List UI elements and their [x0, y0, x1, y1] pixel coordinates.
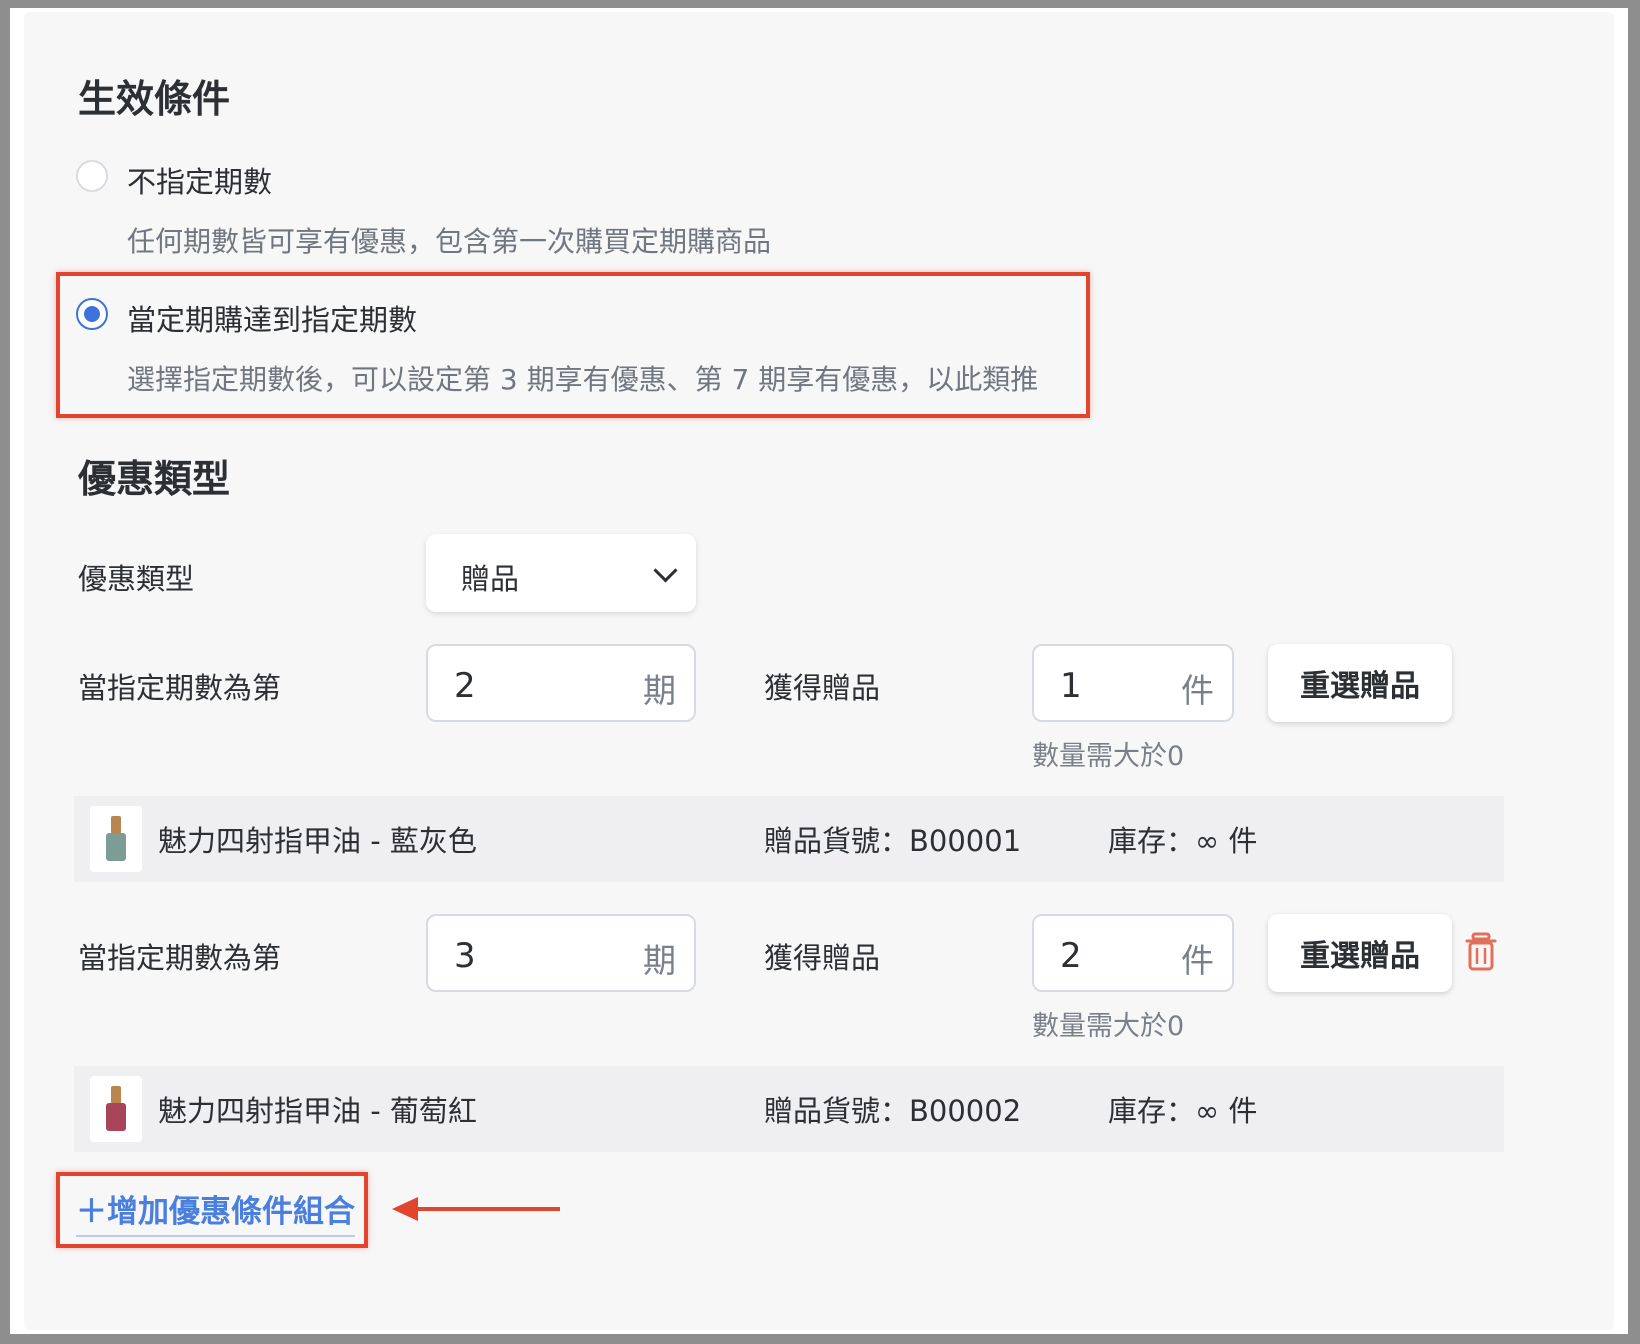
- effective-conditions-title: 生效條件: [78, 77, 231, 121]
- gift-product-name: 魅力四射指甲油 - 葡萄紅: [158, 1094, 477, 1128]
- gift-qty-input[interactable]: 2 件: [1032, 914, 1234, 992]
- add-condition-link[interactable]: ＋增加優惠條件組合: [76, 1186, 355, 1237]
- radio-unspecified-period[interactable]: [76, 160, 108, 192]
- gift-qty-input[interactable]: 1 件: [1032, 644, 1234, 722]
- period-value: 2: [454, 666, 476, 706]
- gift-product-name: 魅力四射指甲油 - 藍灰色: [158, 824, 477, 858]
- gift-label: 獲得贈品: [764, 671, 881, 705]
- trash-icon[interactable]: [1464, 932, 1498, 972]
- annotation-arrow-line: [414, 1207, 560, 1211]
- discount-type-select[interactable]: 贈品: [426, 534, 696, 612]
- period-label: 當指定期數為第: [78, 671, 282, 705]
- gift-product-row: 魅力四射指甲油 - 藍灰色 贈品貨號：B00001 庫存：∞ 件: [74, 796, 1504, 882]
- discount-type-value: 贈品: [461, 562, 520, 596]
- discount-type-label: 優惠類型: [78, 562, 195, 596]
- qty-hint: 數量需大於0: [1032, 1011, 1185, 1042]
- period-unit: 期: [643, 941, 676, 980]
- reselect-gift-button[interactable]: 重選贈品: [1268, 644, 1452, 722]
- gift-product-row: 魅力四射指甲油 - 葡萄紅 贈品貨號：B00002 庫存：∞ 件: [74, 1066, 1504, 1152]
- settings-card: 生效條件 不指定期數 任何期數皆可享有優惠，包含第一次購買定期購商品 當定期購達…: [24, 12, 1614, 1330]
- gift-qty-value: 1: [1060, 666, 1082, 706]
- period-value: 3: [454, 936, 476, 976]
- period-label: 當指定期數為第: [78, 941, 282, 975]
- option-desc-specified: 選擇指定期數後，可以設定第 3 期享有優惠、第 7 期享有優惠，以此類推: [127, 363, 1039, 396]
- gift-product-sku: 贈品貨號：B00002: [764, 1094, 1022, 1128]
- gift-qty-value: 2: [1060, 936, 1082, 976]
- option-label-unspecified[interactable]: 不指定期數: [127, 159, 272, 201]
- gift-product-stock: 庫存：∞ 件: [1108, 824, 1258, 858]
- period-input[interactable]: 2 期: [426, 644, 696, 722]
- chevron-down-icon: [653, 558, 678, 583]
- radio-specified-period[interactable]: [76, 298, 108, 330]
- gift-product-sku: 贈品貨號：B00001: [764, 824, 1022, 858]
- page-panel: 生效條件 不指定期數 任何期數皆可享有優惠，包含第一次購買定期購商品 當定期購達…: [10, 8, 1628, 1334]
- gift-label: 獲得贈品: [764, 941, 881, 975]
- gift-qty-unit: 件: [1181, 941, 1214, 980]
- gift-qty-unit: 件: [1181, 671, 1214, 710]
- period-unit: 期: [643, 671, 676, 710]
- reselect-gift-button[interactable]: 重選贈品: [1268, 914, 1452, 992]
- nail-polish-thumbnail: [90, 1076, 142, 1142]
- option-label-specified[interactable]: 當定期購達到指定期數: [127, 297, 417, 339]
- gift-product-stock: 庫存：∞ 件: [1108, 1094, 1258, 1128]
- qty-hint: 數量需大於0: [1032, 741, 1185, 772]
- option-desc-unspecified: 任何期數皆可享有優惠，包含第一次購買定期購商品: [127, 225, 772, 258]
- nail-polish-thumbnail: [90, 806, 142, 872]
- discount-type-title: 優惠類型: [78, 457, 231, 501]
- period-input[interactable]: 3 期: [426, 914, 696, 992]
